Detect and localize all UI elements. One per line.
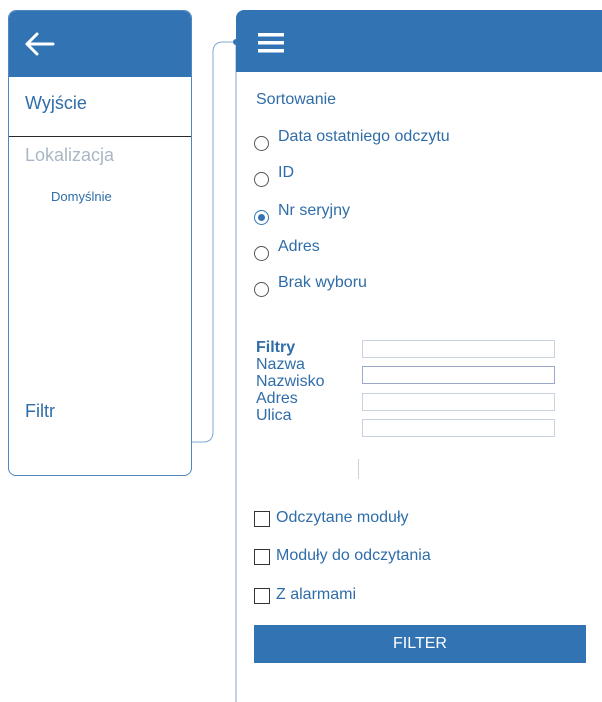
default-location-item[interactable]: Domyślnie [51,189,112,204]
back-button[interactable] [23,31,59,57]
surname-field[interactable] [362,393,555,411]
radio-label: Data ostatniego odczytu [278,128,450,145]
radio-button[interactable] [254,136,269,151]
hamburger-icon [258,33,284,53]
location-label: Lokalizacja [25,145,115,165]
filter-label-name: Nazwa [256,356,305,373]
radio-label: Brak wyboru [278,274,367,291]
radio-button[interactable] [254,246,269,261]
filter-panel: Sortowanie Data ostatniego odczytu ID Nr… [236,10,602,702]
right-header [236,10,602,72]
checkbox-label: Moduły do odczytania [276,547,431,564]
filter-label-street: Ulica [256,407,292,424]
left-header [9,11,191,77]
checkbox-label: Odczytane moduły [276,509,409,526]
checkbox-label: Z alarmami [276,586,357,603]
radio-button[interactable] [254,282,269,297]
text-cursor [358,459,359,479]
filters-title: Filtry [256,339,296,356]
radio-button-selected[interactable] [254,210,269,225]
filter-label-address: Adres [256,390,298,407]
name-field[interactable] [362,366,555,384]
arrow-left-icon [25,32,55,56]
checkbox[interactable] [254,549,270,565]
divider [9,136,191,137]
filter-button[interactable]: FILTER [254,625,586,663]
filter-link[interactable]: Filtr [25,401,55,422]
address-field[interactable] [362,419,555,437]
radio-button[interactable] [254,172,269,187]
radio-label: Adres [278,238,320,255]
menu-button[interactable] [258,32,284,54]
filter-field-top[interactable] [362,340,555,358]
exit-link[interactable]: Wyjście [25,93,87,114]
checkbox[interactable] [254,511,270,527]
checkbox[interactable] [254,588,270,604]
sort-title: Sortowanie [256,91,337,108]
radio-label: ID [278,164,294,181]
filters-labels: Filtry Nazwa Nazwisko Adres Ulica [256,339,324,424]
left-menu-panel: Wyjście Lokalizacja Domyślnie Filtr [8,10,192,476]
filter-label-surname: Nazwisko [256,373,325,390]
radio-label: Nr seryjny [278,202,351,219]
